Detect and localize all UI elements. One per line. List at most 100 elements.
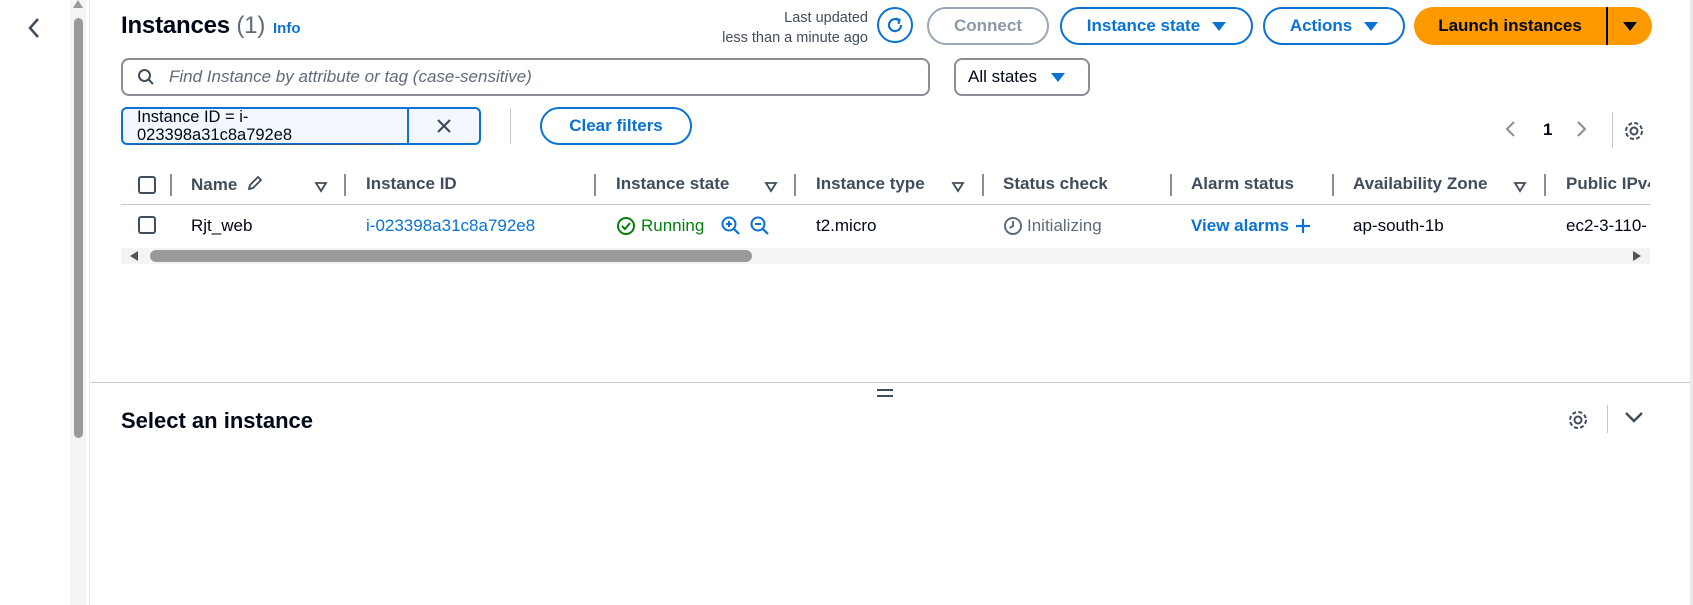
column-divider	[344, 174, 346, 196]
vertical-scrollbar-thumb[interactable]	[74, 18, 83, 438]
success-check-icon	[617, 217, 635, 235]
launch-dropdown-button[interactable]	[1608, 7, 1652, 45]
refresh-icon	[887, 17, 903, 33]
connect-button[interactable]: Connect	[927, 7, 1049, 45]
row-checkbox[interactable]	[138, 216, 156, 234]
launch-instances-button[interactable]: Launch instances	[1414, 7, 1606, 45]
zoom-in-icon	[721, 216, 740, 235]
cell-instance-id-link[interactable]: i-023398a31c8a792e8	[366, 216, 535, 236]
filter-divider	[510, 108, 511, 144]
view-alarms-text: View alarms	[1191, 216, 1289, 235]
column-header-instance-type[interactable]: Instance type	[816, 174, 925, 194]
sort-icon[interactable]	[764, 180, 778, 198]
instance-state-label: Instance state	[1086, 16, 1201, 35]
column-divider	[982, 174, 984, 196]
cell-status-check: Initializing	[1003, 216, 1102, 236]
chevron-down-icon	[1625, 412, 1643, 423]
split-panel-preferences-button[interactable]	[1567, 409, 1589, 436]
column-header-name[interactable]: Name	[191, 174, 264, 195]
info-link[interactable]: Info	[273, 20, 301, 37]
column-divider	[170, 174, 172, 196]
column-header-instance-id[interactable]: Instance ID	[366, 174, 457, 194]
select-all-checkbox[interactable]	[138, 176, 156, 194]
search-input[interactable]	[167, 66, 871, 88]
zoom-in-button[interactable]	[720, 215, 742, 242]
horizontal-scrollbar-thumb[interactable]	[150, 250, 752, 262]
instance-count: (1)	[236, 12, 266, 39]
remove-filter-button[interactable]	[407, 109, 479, 143]
cell-public-ipv4: ec2-3-110-	[1566, 216, 1647, 235]
zoom-out-icon	[750, 216, 769, 235]
clear-filters-label: Clear filters	[569, 116, 663, 135]
connect-label: Connect	[954, 16, 1022, 35]
column-divider	[1170, 174, 1172, 196]
page-title: Instances (1)	[121, 12, 265, 40]
column-header-status-check[interactable]: Status check	[1003, 174, 1108, 194]
filter-token: Instance ID = i-023398a31c8a792e8	[121, 107, 481, 145]
scroll-left-arrow[interactable]	[130, 251, 138, 261]
sort-icon[interactable]	[314, 180, 328, 198]
caret-down-icon	[1623, 21, 1637, 31]
cell-name: Rjt_web	[191, 216, 253, 235]
actions-button[interactable]: Actions	[1263, 7, 1405, 45]
last-updated-value: less than a minute ago	[722, 30, 868, 46]
collapse-panel-button[interactable]	[22, 16, 46, 40]
filter-token-label[interactable]: Instance ID = i-023398a31c8a792e8	[123, 108, 407, 145]
pending-clock-icon	[1004, 217, 1022, 235]
column-divider	[594, 174, 596, 196]
column-header-public-ipv4[interactable]: Public IPv4	[1566, 174, 1650, 194]
search-icon	[138, 69, 154, 85]
sort-down-icon	[314, 182, 328, 193]
filter-token-text: Instance ID = i-023398a31c8a792e8	[137, 108, 393, 145]
gear-icon	[1625, 122, 1643, 140]
launch-instances-split-button: Launch instances	[1414, 7, 1652, 45]
previous-page-button[interactable]	[1504, 120, 1516, 143]
cell-instance-type: t2.micro	[816, 216, 877, 235]
caret-down-icon	[1212, 21, 1227, 31]
scroll-up-arrow[interactable]	[73, 0, 83, 8]
pager-divider	[1612, 112, 1613, 148]
left-gutter	[0, 0, 67, 605]
view-alarms-link[interactable]: View alarms	[1191, 216, 1311, 236]
clear-filters-button[interactable]: Clear filters	[540, 107, 692, 145]
column-header-instance-state[interactable]: Instance state	[616, 174, 729, 194]
panel-border	[89, 0, 90, 605]
zoom-out-button[interactable]	[749, 215, 771, 242]
edit-pencil-icon	[247, 175, 263, 191]
states-select[interactable]: All states	[954, 58, 1090, 96]
column-divider	[1544, 174, 1546, 196]
actions-label: Actions	[1289, 16, 1353, 35]
chevron-left-icon	[1505, 121, 1515, 137]
column-header-availability-zone[interactable]: Availability Zone	[1353, 174, 1487, 194]
caret-down-icon	[1050, 72, 1065, 82]
split-panel-divider	[90, 382, 1690, 383]
sort-icon[interactable]	[1513, 180, 1527, 198]
scroll-right-arrow[interactable]	[1633, 251, 1641, 261]
table-header-divider	[121, 204, 1650, 205]
sort-icon[interactable]	[951, 180, 965, 198]
split-panel-divider-vertical	[1607, 405, 1608, 433]
column-divider	[1332, 174, 1334, 196]
chevron-right-icon	[1577, 121, 1587, 137]
next-page-button[interactable]	[1576, 120, 1588, 143]
last-updated: Last updated less than a minute ago	[722, 8, 868, 48]
chevron-left-icon	[28, 18, 39, 38]
resize-handle[interactable]	[877, 389, 893, 401]
column-divider	[794, 174, 796, 196]
states-select-value: All states	[968, 67, 1037, 86]
status-check-text: Initializing	[1027, 216, 1102, 235]
collapse-split-panel-button[interactable]	[1624, 410, 1644, 429]
sort-down-icon	[1513, 182, 1527, 193]
last-updated-label: Last updated	[784, 10, 868, 26]
table-preferences-button[interactable]	[1623, 120, 1645, 147]
split-panel-title: Select an instance	[121, 408, 313, 433]
page-number[interactable]: 1	[1543, 120, 1552, 140]
refresh-button[interactable]	[877, 7, 913, 43]
instance-state-button[interactable]: Instance state	[1060, 7, 1253, 45]
column-header-alarm-status[interactable]: Alarm status	[1191, 174, 1294, 194]
cell-availability-zone: ap-south-1b	[1353, 216, 1444, 235]
gear-icon	[1569, 411, 1587, 429]
cell-instance-state: Running	[616, 216, 704, 236]
instance-state-text: Running	[641, 216, 705, 235]
search-box	[121, 58, 930, 96]
